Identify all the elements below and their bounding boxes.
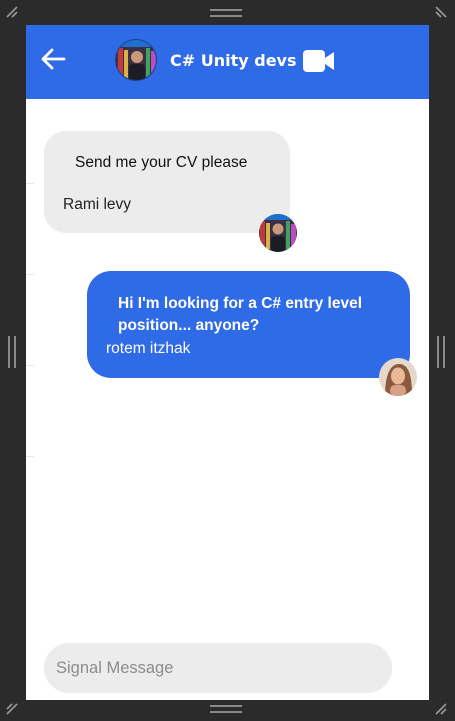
resize-handle-right[interactable] — [437, 336, 445, 368]
chat-window: C# Unity devs Send me your CV please Ram… — [26, 25, 429, 700]
video-call-button[interactable] — [302, 49, 336, 73]
chat-header: C# Unity devs — [26, 25, 429, 99]
group-title: C# Unity devs — [170, 51, 297, 70]
back-button[interactable] — [38, 47, 68, 75]
message-sender: Rami levy — [63, 196, 132, 213]
arrow-left-icon — [40, 48, 66, 74]
message-bubble-incoming[interactable]: Send me your CV please Rami levy — [44, 131, 290, 233]
message-input[interactable] — [44, 643, 392, 693]
resize-corner-top-left[interactable] — [5, 5, 19, 19]
resize-corner-bottom-right[interactable] — [434, 702, 448, 716]
resize-handle-bottom[interactable] — [210, 705, 242, 713]
resize-corner-top-right[interactable] — [434, 5, 448, 19]
video-camera-icon — [302, 50, 336, 77]
message-text: Send me your CV please — [75, 154, 248, 171]
resize-handle-top[interactable] — [210, 9, 242, 17]
sender-avatar[interactable] — [259, 214, 297, 252]
group-avatar[interactable] — [115, 39, 157, 81]
message-bubble-outgoing[interactable]: Hi I'm looking for a C# entry level posi… — [87, 271, 410, 378]
resize-handle-left[interactable] — [8, 336, 16, 368]
user-avatar[interactable] — [379, 358, 417, 396]
message-text: Hi I'm looking for a C# entry level posi… — [118, 295, 362, 334]
message-sender: rotem itzhak — [106, 340, 191, 357]
left-divider-strip — [26, 99, 34, 459]
resize-corner-bottom-left[interactable] — [5, 702, 19, 716]
